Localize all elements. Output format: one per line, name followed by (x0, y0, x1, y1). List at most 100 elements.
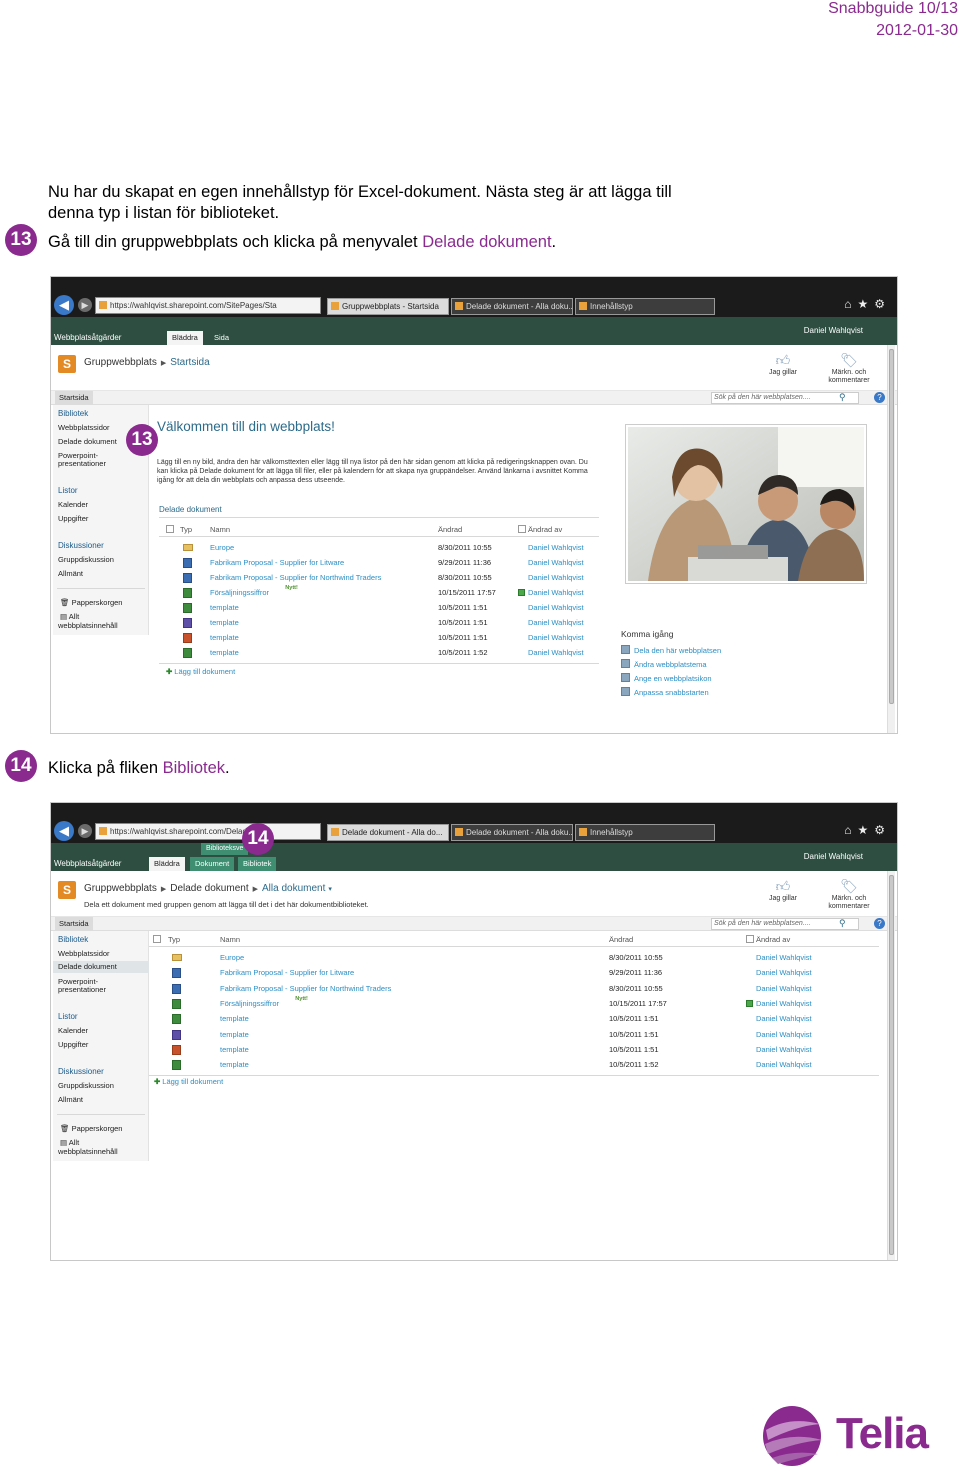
modified-by-link[interactable]: Daniel Wahlqvist (528, 618, 584, 627)
modified-by-checkbox[interactable] (746, 935, 754, 943)
document-name-link[interactable]: template (210, 618, 239, 627)
site-actions-menu[interactable]: Webbplatsåtgärder (54, 333, 121, 342)
document-name-link[interactable]: Fabrikam Proposal - Supplier for Northwi… (210, 573, 381, 582)
browser-tab[interactable]: Delade dokument - Alla doku... (451, 298, 573, 315)
ql-general[interactable]: Allmänt (58, 1095, 83, 1104)
forward-icon[interactable]: ▶ (78, 824, 92, 838)
modified-by-link[interactable]: Daniel Wahlqvist (756, 1060, 812, 1069)
back-icon[interactable]: ◀ (54, 821, 74, 841)
ql-shared-documents[interactable]: Delade dokument (53, 961, 149, 973)
ql-discussions[interactable]: Diskussioner (58, 541, 104, 550)
document-name-link[interactable]: Europe (210, 543, 234, 552)
ql-all-content-1[interactable]: ▤ Allt (60, 612, 79, 621)
tags-notes-button[interactable]: 🏷︎ Märkn. och kommentarer (824, 877, 874, 911)
document-name-link[interactable]: Fabrikam Proposal - Supplier for Northwi… (220, 984, 391, 993)
ql-team-discussion[interactable]: Gruppdiskussion (58, 1081, 114, 1090)
like-button[interactable]: 👍︎ Jag gillar (758, 877, 808, 903)
tags-notes-button[interactable]: 🏷︎ Märkn. och kommentarer (824, 351, 874, 385)
modified-by-link[interactable]: Daniel Wahlqvist (756, 1030, 812, 1039)
document-name-link[interactable]: template (210, 633, 239, 642)
back-icon[interactable]: ◀ (54, 295, 74, 315)
column-header-modified[interactable]: Ändrad (438, 525, 462, 534)
modified-by-link[interactable]: Daniel Wahlqvist (528, 633, 584, 642)
breadcrumb-library[interactable]: Delade dokument (170, 883, 248, 894)
column-header-modified-by[interactable]: Ändrad av (528, 525, 562, 534)
search-icon[interactable]: ⚲ (839, 392, 846, 402)
modified-by-link[interactable]: Daniel Wahlqvist (756, 1014, 812, 1023)
ql-all-content-2[interactable]: webbplatsinnehåll (58, 621, 118, 630)
ql-calendar[interactable]: Kalender (58, 1026, 88, 1035)
modified-by-link[interactable]: Daniel Wahlqvist (756, 953, 812, 962)
ql-libraries[interactable]: Bibliotek (58, 409, 88, 418)
modified-by-link[interactable]: Daniel Wahlqvist (528, 603, 584, 612)
browser-toolbar-icons[interactable]: ⌂★⚙ (844, 297, 891, 311)
gs-set-icon[interactable]: Ange en webbplatsikon (621, 673, 712, 683)
document-name-link[interactable]: template (220, 1045, 249, 1054)
column-header-modified[interactable]: Ändrad (609, 935, 633, 944)
column-header-type[interactable]: Typ (168, 935, 180, 944)
search-input[interactable]: Sök på den här webbplatsen.... (711, 918, 859, 930)
add-document-link[interactable]: ✚ Lägg till dokument (154, 1077, 223, 1086)
vertical-scrollbar[interactable] (887, 345, 895, 733)
column-header-type[interactable]: Typ (180, 525, 192, 534)
modified-by-checkbox[interactable] (518, 525, 526, 533)
search-icon[interactable]: ⚲ (839, 918, 846, 928)
ql-shared-documents[interactable]: Delade dokument (58, 437, 117, 446)
help-icon[interactable]: ? (874, 392, 885, 403)
modified-by-link[interactable]: Daniel Wahlqvist (528, 573, 584, 582)
tab-page[interactable]: Sida (209, 331, 234, 345)
modified-by-link[interactable]: Daniel Wahlqvist (528, 543, 584, 552)
modified-by-link[interactable]: Daniel Wahlqvist (528, 558, 584, 567)
modified-by-link[interactable]: Daniel Wahlqvist (756, 984, 812, 993)
column-header-name[interactable]: Namn (220, 935, 240, 944)
document-name-link[interactable]: template (210, 648, 239, 657)
browser-tab[interactable]: Innehållstyp (575, 298, 715, 315)
breadcrumb-view[interactable]: Alla dokument (262, 883, 325, 894)
tab-library[interactable]: Bibliotek (238, 857, 277, 871)
ql-discussions[interactable]: Diskussioner (58, 1067, 104, 1076)
browser-tab[interactable]: Delade dokument - Alla doku... (451, 824, 573, 841)
select-all-checkbox[interactable] (153, 935, 161, 943)
tab-browse[interactable]: Bläddra (149, 857, 185, 871)
tab-documents[interactable]: Dokument (190, 857, 235, 871)
gs-customize-quicklaunch[interactable]: Anpassa snabbstarten (621, 687, 709, 697)
user-menu[interactable]: Daniel Wahlqvist (804, 326, 863, 335)
modified-by-link[interactable]: Daniel Wahlqvist (756, 1045, 812, 1054)
ql-site-pages[interactable]: Webbplatssidor (58, 949, 110, 958)
document-name-link[interactable]: Fabrikam Proposal - Supplier for Litware (210, 558, 344, 567)
document-name-link[interactable]: template (210, 603, 239, 612)
ql-recycle-bin[interactable]: 🗑︎ Papperskorgen (60, 1124, 122, 1133)
user-menu[interactable]: Daniel Wahlqvist (804, 852, 863, 861)
vertical-scrollbar[interactable] (887, 871, 895, 1260)
nav-home-tab[interactable]: Startsida (55, 917, 93, 931)
view-dropdown-icon[interactable]: ▾ (328, 886, 332, 893)
forward-icon[interactable]: ▶ (78, 298, 92, 312)
document-name-link[interactable]: template (220, 1030, 249, 1039)
modified-by-link[interactable]: Daniel Wahlqvist (756, 968, 812, 977)
browser-tab[interactable]: Innehållstyp (575, 824, 715, 841)
column-header-modified-by[interactable]: Ändrad av (756, 935, 790, 944)
ql-ppt-2[interactable]: presentationer (58, 985, 106, 994)
site-actions-menu[interactable]: Webbplatsåtgärder (54, 859, 121, 868)
scrollbar-thumb[interactable] (889, 875, 894, 1255)
breadcrumb-site[interactable]: Gruppwebbplats (84, 883, 157, 894)
document-name-link[interactable]: template (220, 1060, 249, 1069)
document-name-link[interactable]: template (220, 1014, 249, 1023)
modified-by-link[interactable]: Daniel Wahlqvist (756, 999, 812, 1008)
add-document-link[interactable]: ✚ Lägg till dokument (166, 667, 235, 676)
nav-home-tab[interactable]: Startsida (55, 391, 93, 405)
search-input[interactable]: Sök på den här webbplatsen.... (711, 392, 859, 404)
breadcrumb-site[interactable]: Gruppwebbplats (84, 357, 157, 368)
scrollbar-thumb[interactable] (889, 349, 894, 704)
address-bar[interactable]: https://wahlqvist.sharepoint.com/Delad (95, 823, 321, 840)
ql-tasks[interactable]: Uppgifter (58, 1040, 88, 1049)
help-icon[interactable]: ? (874, 918, 885, 929)
address-bar[interactable]: https://wahlqvist.sharepoint.com/SitePag… (95, 297, 321, 314)
ql-all-content-2[interactable]: webbplatsinnehåll (58, 1147, 118, 1156)
ql-calendar[interactable]: Kalender (58, 500, 88, 509)
document-name-link[interactable]: Europe (220, 953, 244, 962)
library-web-part-title[interactable]: Delade dokument (159, 505, 222, 514)
tab-browse[interactable]: Bläddra (167, 331, 203, 345)
browser-tab[interactable]: Delade dokument - Alla do... (327, 824, 449, 841)
modified-by-link[interactable]: Daniel Wahlqvist (528, 588, 584, 597)
